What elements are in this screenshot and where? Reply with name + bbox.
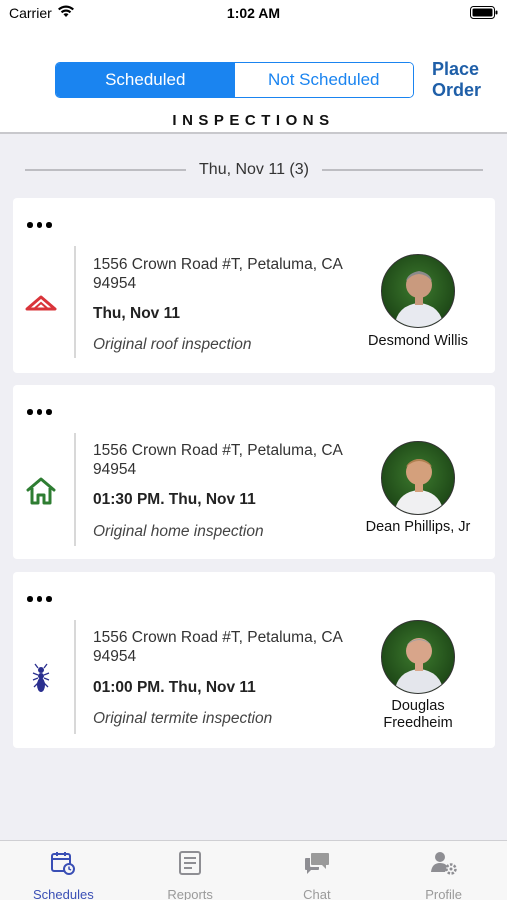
battery-icon [470, 6, 498, 22]
tab-reports[interactable]: Reports [127, 841, 254, 900]
schedule-segmented-control: Scheduled Not Scheduled [55, 62, 414, 98]
date-group-header: Thu, Nov 11 (3) [25, 158, 483, 182]
inspection-address: 1556 Crown Road #T, Petaluma, CA 94954 [93, 442, 342, 478]
place-order-button[interactable]: Place Order [432, 59, 502, 101]
tab-profile[interactable]: Profile [380, 841, 507, 900]
more-options-icon[interactable] [27, 405, 59, 419]
status-bar: Carrier 1:02 AM [0, 0, 507, 26]
inspector-avatar[interactable] [381, 254, 455, 328]
tab-bar: Schedules Reports Chat Profile [0, 840, 507, 900]
inspection-card[interactable]: 1556 Crown Road #T, Petaluma, CA 94954 0… [13, 572, 495, 748]
inspector-avatar[interactable] [381, 620, 455, 694]
calendar-icon [50, 850, 76, 881]
inspector-name: Douglas Freedheim [383, 698, 453, 731]
inspection-card[interactable]: 1556 Crown Road #T, Petaluma, CA 94954 0… [13, 385, 495, 559]
report-icon [177, 850, 203, 881]
card-divider [74, 620, 76, 734]
date-group-label: Thu, Nov 11 (3) [199, 161, 309, 178]
home-icon [25, 475, 57, 507]
card-divider [74, 246, 76, 358]
inspector-name: Desmond Willis [368, 333, 468, 349]
termite-icon [25, 663, 57, 695]
card-divider [74, 433, 76, 546]
roof-icon [25, 288, 57, 320]
inspection-datetime: Thu, Nov 11 [93, 305, 180, 322]
tab-label: Profile [425, 887, 463, 900]
inspection-datetime: 01:00 PM. Thu, Nov 11 [93, 679, 256, 696]
inspection-datetime: 01:30 PM. Thu, Nov 11 [93, 491, 256, 508]
more-options-icon[interactable] [27, 218, 59, 232]
inspection-address: 1556 Crown Road #T, Petaluma, CA 94954 [93, 629, 342, 665]
inspector-name: Dean Phillips, Jr [365, 519, 471, 535]
tab-chat[interactable]: Chat [254, 841, 381, 900]
header: Scheduled Not Scheduled Place Order INSP… [0, 26, 507, 134]
inspection-description: Original roof inspection [93, 336, 252, 353]
more-options-icon[interactable] [27, 592, 59, 606]
inspection-card[interactable]: 1556 Crown Road #T, Petaluma, CA 94954 T… [13, 198, 495, 373]
inspection-description: Original termite inspection [93, 710, 273, 727]
tab-label: Schedules [33, 887, 94, 900]
chat-icon [303, 850, 331, 881]
divider-line [321, 169, 483, 171]
divider-line [25, 169, 187, 171]
inspection-description: Original home inspection [93, 523, 264, 540]
profile-settings-icon [430, 850, 458, 881]
inspector-avatar[interactable] [381, 441, 455, 515]
tab-label: Chat [303, 887, 331, 900]
inspection-address: 1556 Crown Road #T, Petaluma, CA 94954 [93, 256, 342, 292]
status-time: 1:02 AM [226, 5, 281, 21]
tab-schedules[interactable]: Schedules [0, 841, 127, 900]
segment-not-scheduled[interactable]: Not Scheduled [234, 63, 413, 97]
page-title: INSPECTIONS [172, 112, 335, 129]
segment-scheduled[interactable]: Scheduled [56, 63, 235, 97]
tab-label: Reports [167, 887, 213, 900]
